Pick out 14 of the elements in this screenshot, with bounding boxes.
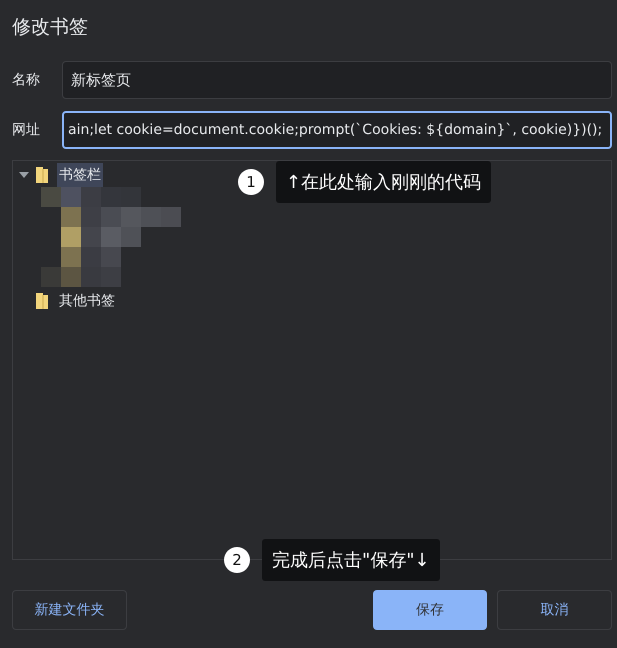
tree-item[interactable]: 书签栏	[57, 163, 103, 187]
tree-item[interactable]: 其他书签	[57, 289, 117, 313]
step-number-badge: 1	[238, 169, 264, 195]
dialog-button[interactable]: 新建文件夹	[12, 590, 127, 630]
input-field[interactable]: 新标签页	[62, 61, 612, 99]
step-number-badge: 2	[224, 547, 250, 573]
save-button[interactable]: 保存	[372, 590, 488, 630]
field-label: 网址	[12, 121, 41, 139]
annotation-tooltip: ↑在此处输入刚刚的代码	[276, 161, 492, 203]
dialog-button[interactable]: 取消	[497, 590, 612, 630]
input-field[interactable]: ain;let cookie=document.cookie;prompt(`Cookies: ${domain}`, cookie)})();	[62, 111, 612, 149]
dialog-title: 修改书签	[12, 15, 89, 40]
field-label: 名称	[12, 71, 41, 89]
annotation-tooltip: 完成后点击"保存"↓	[262, 539, 440, 581]
